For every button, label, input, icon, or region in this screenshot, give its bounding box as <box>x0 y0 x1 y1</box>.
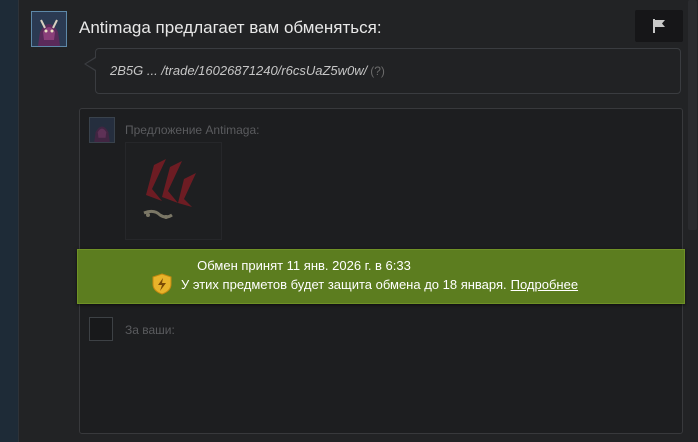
your-avatar <box>89 317 113 341</box>
red-emblem-item-icon <box>143 159 196 219</box>
scrollbar-thumb[interactable] <box>688 0 697 230</box>
trade-protection-notice: У этих предметов будет защита обмена до … <box>152 271 578 297</box>
offer-label: Предложение Antimaga: <box>125 123 260 137</box>
left-sidebar-strip <box>0 0 18 442</box>
antimage-avatar-icon <box>32 12 66 46</box>
your-items-label: За ваши: <box>125 323 175 337</box>
help-link[interactable]: (?) <box>370 64 385 78</box>
flag-icon <box>653 19 665 33</box>
avatar[interactable] <box>31 11 67 47</box>
antimage-avatar-icon <box>90 118 114 142</box>
learn-more-link[interactable]: Подробнее <box>511 277 578 292</box>
protection-text: У этих предметов будет защита обмена до … <box>181 276 507 292</box>
item-slot[interactable] <box>125 142 222 240</box>
report-flag-button[interactable] <box>635 10 683 42</box>
offer-avatar <box>89 117 115 143</box>
page-title: Antimaga предлагает вам обменяться: <box>79 18 382 37</box>
trade-message-text: 2B5G ... /trade/16026871240/r6csUaZ5w0w/ <box>110 63 368 78</box>
trade-message: 2B5G ... /trade/16026871240/r6csUaZ5w0w/… <box>110 63 385 78</box>
trade-protection-shield-icon <box>152 273 172 295</box>
